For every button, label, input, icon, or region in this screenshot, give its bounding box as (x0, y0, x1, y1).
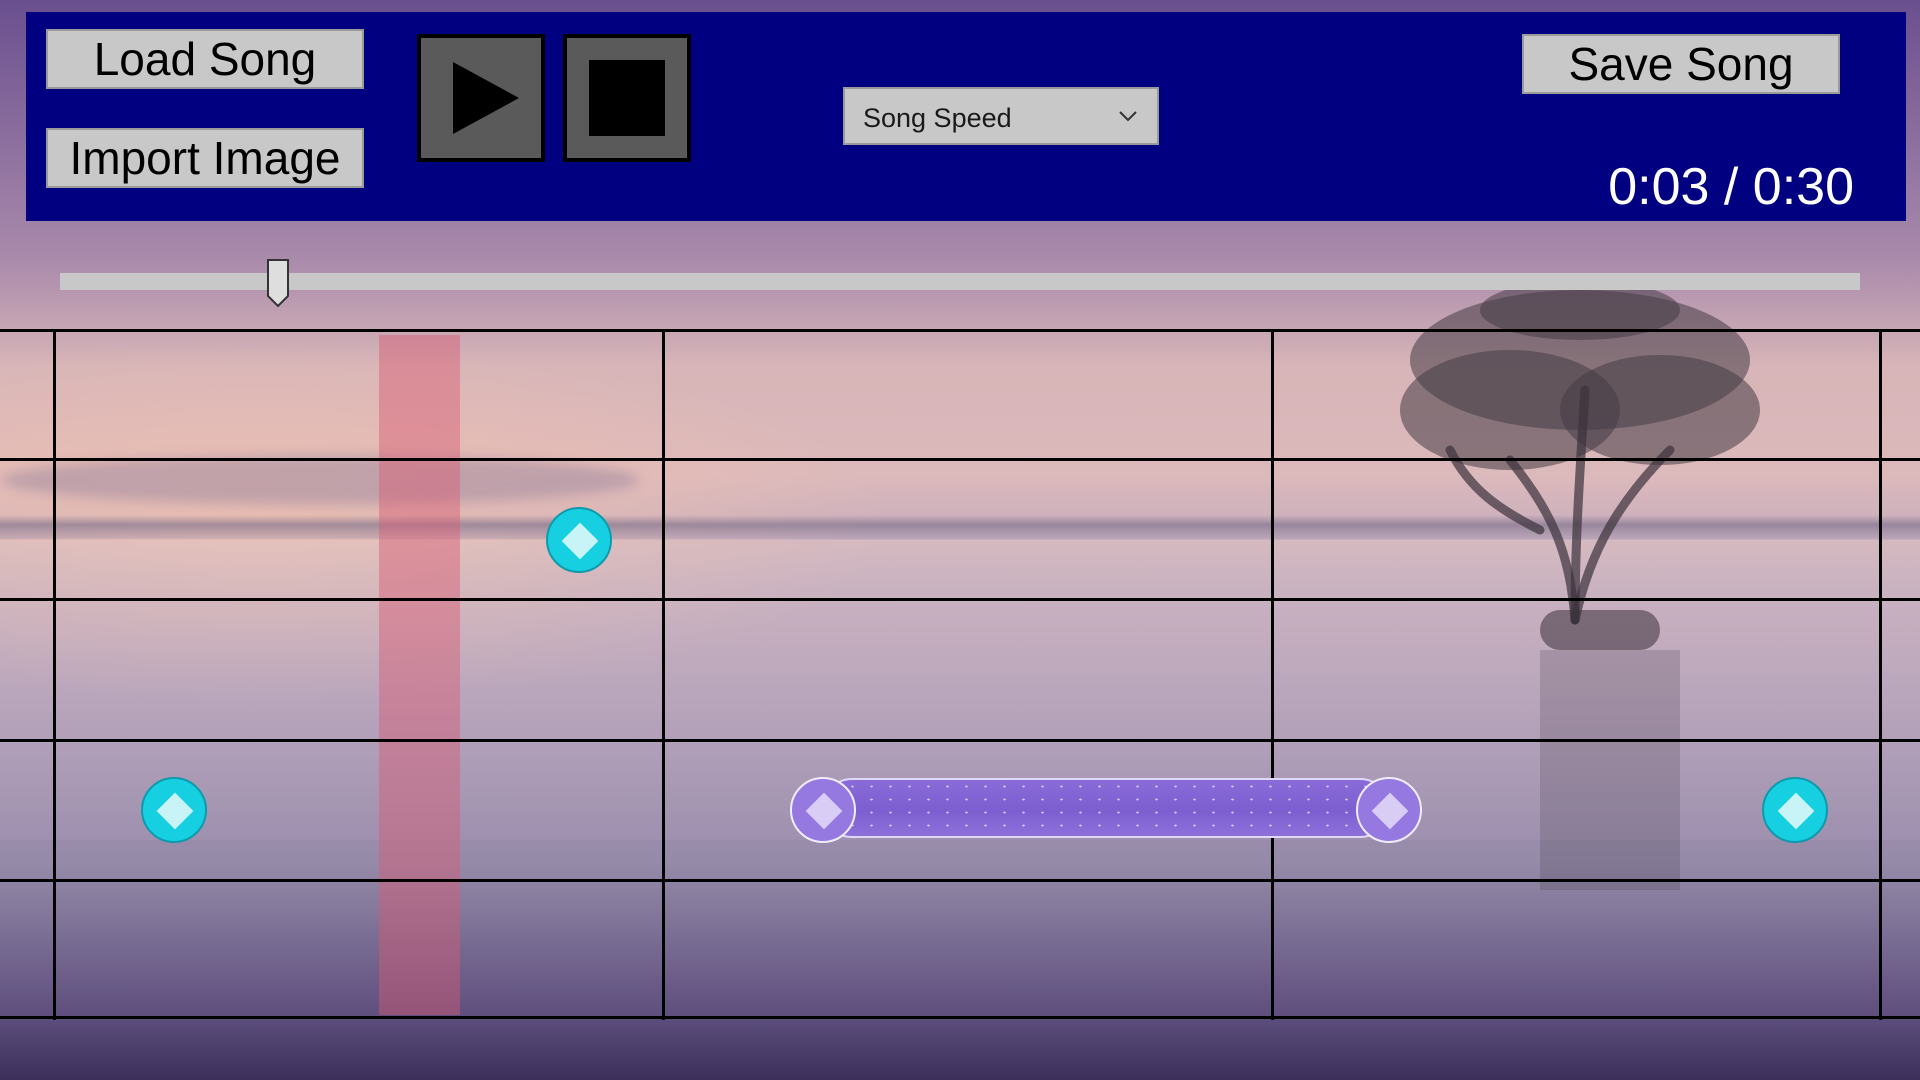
timeline-slider-handle[interactable] (266, 258, 290, 308)
diamond-icon (1371, 792, 1409, 830)
import-image-button[interactable]: Import Image (46, 128, 364, 188)
grid-line (1879, 329, 1882, 1020)
grid-line (1271, 329, 1274, 1020)
tap-note[interactable] (1762, 777, 1828, 843)
stop-icon (589, 60, 665, 136)
save-song-button[interactable]: Save Song (1522, 34, 1840, 94)
note-grid[interactable] (0, 329, 1920, 1020)
diamond-icon (1777, 792, 1815, 830)
tap-note[interactable] (141, 777, 207, 843)
grid-line (0, 458, 1920, 461)
grid-line (0, 329, 1920, 332)
hold-note-start[interactable] (790, 777, 856, 843)
load-song-button[interactable]: Load Song (46, 29, 364, 89)
grid-line (53, 329, 56, 1020)
grid-line (0, 598, 1920, 601)
diamond-icon (805, 792, 843, 830)
song-speed-dropdown[interactable]: Song Speed (843, 87, 1159, 145)
grid-line (662, 329, 665, 1020)
hold-note-bar[interactable] (822, 778, 1390, 838)
play-icon (453, 62, 519, 134)
song-speed-label: Song Speed (863, 103, 1012, 133)
hold-note-end[interactable] (1356, 777, 1422, 843)
grid-line (0, 879, 1920, 882)
toolbar-panel: Load Song Import Image Song Speed Save S… (26, 12, 1906, 221)
playhead-indicator (379, 335, 460, 1015)
tap-note[interactable] (546, 507, 612, 573)
time-display: 0:03 / 0:30 (1608, 158, 1854, 216)
chevron-down-icon (1119, 111, 1137, 122)
diamond-icon (561, 522, 599, 560)
play-button[interactable] (417, 34, 545, 162)
stop-button[interactable] (563, 34, 691, 162)
diamond-icon (156, 792, 194, 830)
timeline-slider-track[interactable] (60, 273, 1860, 290)
grid-line (0, 739, 1920, 742)
grid-line (0, 1016, 1920, 1019)
